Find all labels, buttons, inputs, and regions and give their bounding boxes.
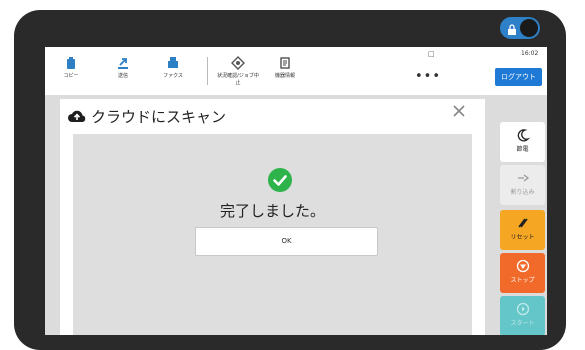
stop-button[interactable]: ストップ xyxy=(500,253,545,293)
send-button[interactable]: 送信 xyxy=(103,56,143,79)
interrupt-icon xyxy=(517,174,529,182)
interrupt-label: 割り込み xyxy=(510,189,535,196)
dialog-body: 完了しました。 OK xyxy=(73,134,472,335)
dialog-title: クラウドにスキャン xyxy=(91,108,227,126)
copy-label: コピー xyxy=(63,73,79,79)
scan-dialog: クラウドにスキャン 完了しました。 OK xyxy=(60,99,485,335)
status-check-icon xyxy=(231,56,245,70)
sleep-button[interactable]: 節電 xyxy=(500,122,545,162)
moon-icon xyxy=(517,129,530,142)
copy-icon xyxy=(67,57,75,69)
logout-button[interactable]: ログアウト xyxy=(495,68,542,86)
start-icon xyxy=(516,302,529,316)
fax-label: ファクス xyxy=(163,73,183,79)
completion-message: 完了しました。 xyxy=(219,202,325,220)
lock-icon xyxy=(507,21,517,40)
reset-label: リセット xyxy=(510,234,535,241)
sleep-label: 節電 xyxy=(516,146,529,153)
toggle-knob xyxy=(520,19,538,37)
status-check-button[interactable]: 状況確認/ジョブ中止 xyxy=(215,56,261,86)
top-bar: コピー 送信 ファクス 状況確認/ジョブ中止 機器情報 □ 16:02 ••• … xyxy=(45,47,547,95)
start-label: スタート xyxy=(510,320,535,327)
device-info-label: 機器情報 xyxy=(274,73,295,79)
cloud-upload-icon xyxy=(67,108,87,127)
device-info-button[interactable]: 機器情報 xyxy=(265,56,305,79)
check-circle-icon xyxy=(268,168,292,196)
ok-button[interactable]: OK xyxy=(195,227,378,256)
reset-button[interactable]: リセット xyxy=(500,210,545,250)
close-icon[interactable] xyxy=(452,103,466,122)
more-menu-button[interactable]: ••• xyxy=(415,69,441,84)
lock-toggle[interactable] xyxy=(500,17,540,39)
reset-icon xyxy=(517,218,528,228)
status-check-label: 状況確認/ジョブ中止 xyxy=(217,73,259,86)
fax-button[interactable]: ファクス xyxy=(153,56,193,79)
toolbar-divider xyxy=(207,57,208,85)
status-indicator: □ xyxy=(428,50,435,58)
fax-icon xyxy=(168,57,178,68)
stop-label: ストップ xyxy=(510,277,535,284)
send-icon xyxy=(118,58,128,69)
touch-screen: コピー 送信 ファクス 状況確認/ジョブ中止 機器情報 □ 16:02 ••• … xyxy=(45,47,547,335)
copy-button[interactable]: コピー xyxy=(51,56,91,79)
stop-icon xyxy=(516,259,529,273)
send-label: 送信 xyxy=(117,73,128,79)
clock: 16:02 xyxy=(521,50,539,57)
start-button[interactable]: スタート xyxy=(500,296,545,335)
interrupt-button[interactable]: 割り込み xyxy=(500,165,545,205)
device-info-icon xyxy=(280,57,290,69)
